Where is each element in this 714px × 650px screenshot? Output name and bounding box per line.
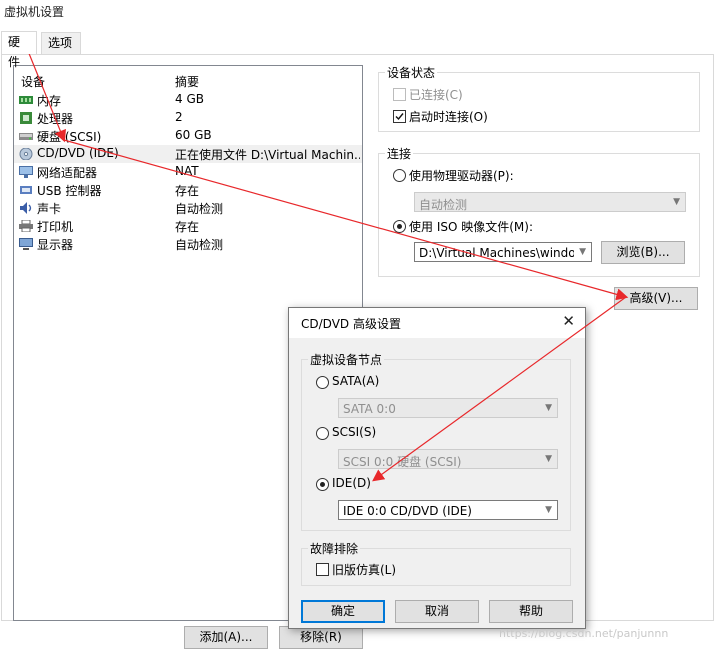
device-name: 声卡: [37, 202, 62, 216]
device-row-printer[interactable]: 打印机 存在: [14, 217, 362, 235]
cd-dvd-advanced-dialog: CD/DVD 高级设置 ✕ 虚拟设备节点 SATA(A) SATA 0:0 ▼ …: [288, 307, 586, 629]
ide-value: IDE 0:0 CD/DVD (IDE): [343, 504, 472, 518]
device-summary: 存在: [175, 220, 200, 234]
sata-value: SATA 0:0: [343, 402, 396, 416]
scsi-radio[interactable]: [316, 427, 329, 440]
title-bar: 虚拟机设置: [0, 0, 714, 22]
printer-icon: [19, 220, 33, 232]
iso-path-combo[interactable]: D:\Virtual Machines\windows ▼: [414, 242, 592, 262]
connect-on-poweron-label: 启动时连接(O): [409, 110, 488, 124]
device-row-harddisk[interactable]: 硬盘 (SCSI) 60 GB: [14, 127, 362, 145]
use-iso-radio[interactable]: [393, 220, 406, 233]
usb-icon: [20, 186, 32, 194]
device-name: 显示器: [37, 238, 74, 252]
chevron-down-icon: ▼: [545, 403, 552, 413]
scsi-select[interactable]: SCSI 0:0 硬盘 (SCSI) ▼: [338, 449, 558, 469]
legacy-emulation-checkbox[interactable]: [316, 563, 329, 576]
use-physical-drive-label: 使用物理驱动器(P):: [409, 169, 514, 183]
add-button[interactable]: 添加(A)...: [184, 626, 268, 649]
watermark: https://blog.csdn.net/panjunnn: [499, 627, 669, 640]
physical-drive-value: 自动检测: [419, 198, 468, 212]
device-summary: 自动检测: [175, 202, 224, 216]
device-row-display[interactable]: 显示器 自动检测: [14, 235, 362, 253]
browse-button[interactable]: 浏览(B)...: [601, 241, 685, 264]
sata-select[interactable]: SATA 0:0 ▼: [338, 398, 558, 418]
device-name: 内存: [37, 94, 62, 108]
troubleshooting-label: 故障排除: [308, 540, 361, 557]
device-name: 处理器: [37, 112, 74, 126]
device-row-memory[interactable]: 内存 4 GB: [14, 91, 362, 109]
sata-radio[interactable]: [316, 376, 329, 389]
chevron-down-icon: ▼: [579, 247, 586, 257]
help-button[interactable]: 帮助: [489, 600, 573, 623]
connection-label: 连接: [385, 145, 414, 162]
tab-hardware[interactable]: 硬件: [1, 31, 37, 69]
chevron-down-icon: ▼: [545, 505, 552, 515]
cpu-icon: [20, 112, 32, 124]
dialog-title: CD/DVD 高级设置: [301, 317, 401, 331]
device-summary: 自动检测: [175, 238, 224, 252]
chevron-down-icon: ▼: [673, 197, 680, 207]
device-summary: 正在使用文件 D:\Virtual Machin...: [175, 148, 360, 162]
window-title: 虚拟机设置: [4, 5, 65, 19]
tab-options[interactable]: 选项: [41, 32, 81, 54]
cd-dvd-icon: [19, 148, 33, 160]
scsi-value: SCSI 0:0 硬盘 (SCSI): [343, 455, 462, 469]
device-row-network[interactable]: 网络适配器 NAT: [14, 163, 362, 181]
device-summary: 2: [175, 110, 183, 124]
scsi-label: SCSI(S): [332, 425, 377, 439]
device-status-label: 设备状态: [385, 64, 438, 81]
column-header-device[interactable]: 设备: [21, 73, 45, 90]
use-physical-drive-radio[interactable]: [393, 169, 406, 182]
display-icon: [19, 238, 33, 250]
virtual-device-node-group: 虚拟设备节点 SATA(A) SATA 0:0 ▼ SCSI(S) SCSI 0…: [301, 351, 571, 531]
device-name: CD/DVD (IDE): [37, 146, 119, 160]
close-icon[interactable]: ✕: [562, 312, 575, 330]
device-status-group: 设备状态 已连接(C) 启动时连接(O): [378, 64, 700, 132]
advanced-button[interactable]: 高级(V)...: [614, 287, 698, 310]
ide-select[interactable]: IDE 0:0 CD/DVD (IDE) ▼: [338, 500, 558, 520]
device-summary: NAT: [175, 164, 199, 178]
harddisk-icon: [19, 133, 33, 140]
physical-drive-select[interactable]: 自动检测 ▼: [414, 192, 686, 212]
device-name: 硬盘 (SCSI): [37, 130, 102, 144]
dialog-body: 虚拟设备节点 SATA(A) SATA 0:0 ▼ SCSI(S) SCSI 0…: [289, 338, 585, 628]
sata-label: SATA(A): [332, 374, 380, 388]
remove-button[interactable]: 移除(R): [279, 626, 363, 649]
troubleshooting-group: 故障排除 旧版仿真(L): [301, 540, 571, 586]
legacy-emulation-label: 旧版仿真(L): [332, 563, 397, 577]
device-summary: 4 GB: [175, 92, 204, 106]
device-row-sound[interactable]: 声卡 自动检测: [14, 199, 362, 217]
virtual-device-node-label: 虚拟设备节点: [308, 351, 385, 368]
memory-icon: [19, 96, 33, 104]
ide-label: IDE(D): [332, 476, 371, 490]
device-name: 打印机: [37, 220, 74, 234]
ide-radio[interactable]: [316, 478, 329, 491]
device-row-usb[interactable]: USB 控制器 存在: [14, 181, 362, 199]
cancel-button[interactable]: 取消: [395, 600, 479, 623]
connected-checkbox[interactable]: [393, 88, 406, 101]
ok-button[interactable]: 确定: [301, 600, 385, 623]
network-icon: [19, 166, 33, 178]
chevron-down-icon: ▼: [545, 454, 552, 464]
connection-group: 连接 使用物理驱动器(P): 自动检测 ▼ 使用 ISO 映像文件(M): D:…: [378, 145, 700, 277]
column-header-summary[interactable]: 摘要: [175, 73, 199, 90]
connect-on-poweron-checkbox[interactable]: [393, 110, 406, 123]
device-name: 网络适配器: [37, 166, 98, 180]
device-row-processor[interactable]: 处理器 2: [14, 109, 362, 127]
device-row-cd-dvd[interactable]: CD/DVD (IDE) 正在使用文件 D:\Virtual Machin...: [14, 145, 362, 163]
device-name: USB 控制器: [37, 184, 102, 198]
connected-label: 已连接(C): [409, 88, 463, 102]
iso-path-value: D:\Virtual Machines\windows: [419, 246, 574, 260]
checkmark-icon: [395, 113, 404, 121]
device-summary: 60 GB: [175, 128, 212, 142]
sound-icon: [20, 202, 32, 214]
device-summary: 存在: [175, 184, 200, 198]
use-iso-label: 使用 ISO 映像文件(M):: [409, 220, 533, 234]
